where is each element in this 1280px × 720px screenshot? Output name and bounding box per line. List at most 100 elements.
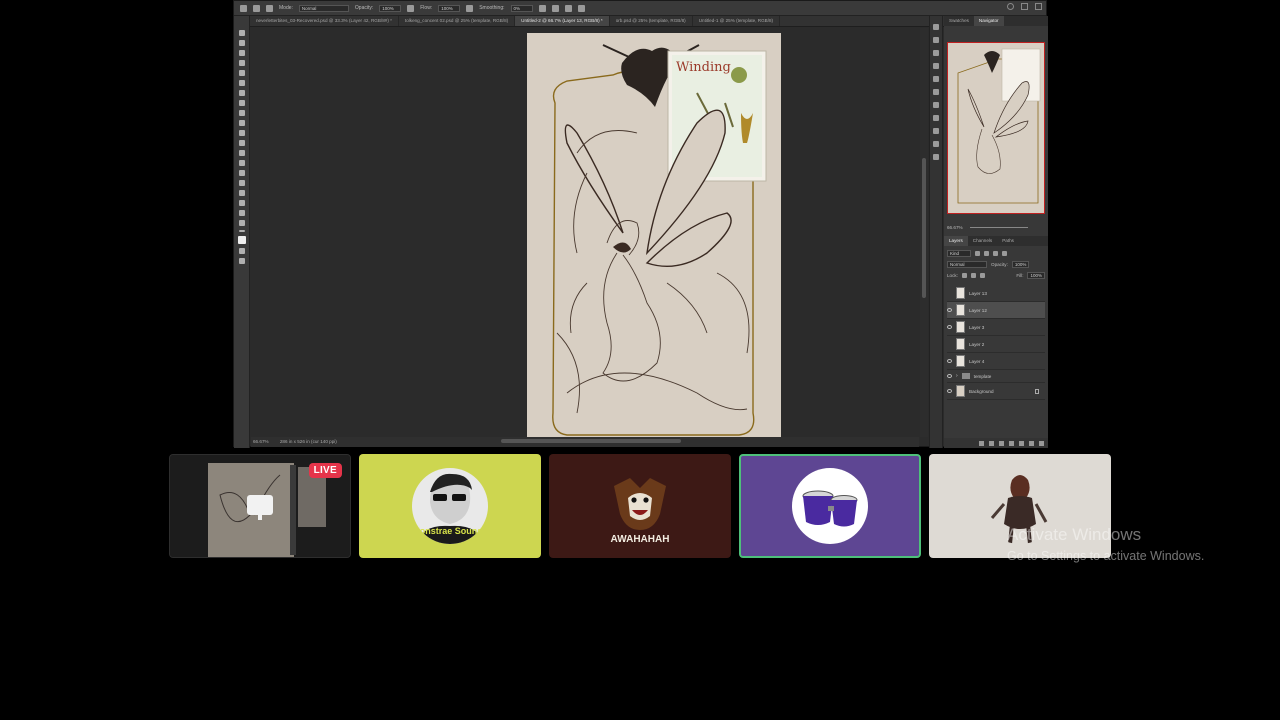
settings-gear-icon[interactable] [538,4,546,12]
new-layer-icon[interactable] [1029,440,1034,446]
healing-brush-tool-icon[interactable] [238,90,245,96]
filter-pixel-icon[interactable] [975,251,980,256]
pressure-opacity-icon[interactable] [407,4,415,12]
dodge-tool-icon[interactable] [238,160,245,166]
fill-field[interactable]: 100% [1027,272,1045,279]
zoom-tool-icon[interactable] [238,220,245,226]
brush-tool-icon[interactable] [238,100,245,106]
home-icon[interactable] [240,4,247,12]
symmetry-icon[interactable] [577,4,585,12]
opacity-field[interactable]: 100% [379,4,402,12]
visibility-icon[interactable] [947,325,952,329]
doc-tab[interactable]: orb.psd @ 25% (template, RGB/8) [610,16,693,26]
layer-row-background[interactable]: Background [947,383,1045,400]
fx-icon[interactable] [989,440,994,446]
libraries-icon[interactable] [933,154,939,160]
brushes-icon[interactable] [933,89,939,95]
zoom-level[interactable]: 66.67% [253,439,269,444]
doc-tab[interactable]: neverletterbites_03-Recovered.psd @ 33.3… [250,16,399,26]
hand-tool-icon[interactable] [238,210,245,216]
path-selection-tool-icon[interactable] [238,190,245,196]
adjustments-icon[interactable] [933,141,939,147]
tab-paths[interactable]: Paths [997,236,1019,246]
layer-group-row[interactable]: › template [947,370,1045,383]
navigator-thumbnail[interactable] [947,42,1045,214]
layer-row[interactable]: Layer 3 [947,319,1045,336]
angle-icon[interactable] [551,4,559,12]
layer-row[interactable]: Layer 2 [947,336,1045,353]
tab-channels[interactable]: Channels [968,236,997,246]
kind-filter[interactable]: Kind [947,250,971,257]
actions-icon[interactable] [933,37,939,43]
artboard-tool-icon[interactable] [238,40,245,46]
paragraph-icon[interactable] [933,115,939,121]
layer-row-selected[interactable]: Layer 12 [947,302,1045,319]
tab-navigator[interactable]: Navigator [973,16,1004,26]
brush-preset-icon[interactable] [266,4,273,12]
canvas-area[interactable]: Winding [251,28,919,437]
type-tool-icon[interactable] [238,180,245,186]
visibility-icon[interactable] [947,359,952,363]
layer-row[interactable]: Layer 13 [947,285,1045,302]
participant-tile[interactable]: AWAHAHAH [549,454,731,558]
magic-wand-tool-icon[interactable] [238,60,245,66]
history-icon[interactable] [933,24,939,30]
lasso-tool-icon[interactable] [238,50,245,56]
move-tool-icon[interactable] [238,30,245,36]
horizontal-scrollbar[interactable] [501,439,681,443]
properties-icon[interactable] [933,50,939,56]
brush-tool-icon[interactable] [253,4,260,12]
share-icon[interactable] [1035,3,1042,10]
airbrush-icon[interactable] [466,4,474,12]
navigator-zoom[interactable]: 66.67% [947,225,1045,233]
blend-mode-select[interactable]: Normal [947,261,987,268]
smoothing-field[interactable]: 0% [510,4,533,12]
vertical-scroll-thumb[interactable] [922,158,926,298]
blur-tool-icon[interactable] [238,150,245,156]
more-tools-icon[interactable] [238,230,245,232]
lock-transparency-icon[interactable] [961,273,967,278]
brush-settings-icon[interactable] [933,76,939,82]
search-icon[interactable] [1007,3,1014,10]
visibility-icon[interactable] [947,374,952,378]
visibility-icon[interactable] [947,389,952,393]
foreground-color-swatch[interactable] [237,236,246,244]
participant-tile[interactable]: Monstrae Sounds [359,454,541,558]
tab-swatches[interactable]: Swatches [944,16,974,26]
stamp-tool-icon[interactable] [238,110,245,116]
history-brush-tool-icon[interactable] [238,120,245,126]
lock-pixels-icon[interactable] [970,273,976,278]
participant-tile-speaking[interactable] [739,454,921,558]
quick-mask-icon[interactable] [238,248,245,254]
doc-tab-active[interactable]: Untitled-2 @ 66.7% (Layer 13, RGB/8) * [515,16,610,26]
info-icon[interactable] [933,63,939,69]
mode-select[interactable]: Normal [298,4,349,12]
visibility-icon[interactable] [947,291,952,295]
lock-all-icon[interactable] [979,273,985,278]
new-group-icon[interactable] [1019,440,1024,446]
character-icon[interactable] [933,102,939,108]
visibility-icon[interactable] [947,308,952,312]
workspace-icon[interactable] [1021,3,1028,10]
visibility-icon[interactable] [947,342,952,346]
rectangle-tool-icon[interactable] [238,200,245,206]
screen-share-tile[interactable]: LIVE [169,454,351,558]
tab-layers[interactable]: Layers [944,236,968,246]
doc-tab[interactable]: tolkeng_concent 02.psd @ 25% (template, … [399,16,516,26]
zoom-slider[interactable] [969,227,1028,229]
trash-icon[interactable] [1039,440,1044,446]
filter-type-icon[interactable] [993,251,998,256]
layer-row[interactable]: Layer 4 [947,353,1045,370]
pen-tool-icon[interactable] [238,170,245,176]
eraser-tool-icon[interactable] [238,130,245,136]
gradient-tool-icon[interactable] [238,140,245,146]
link-layers-icon[interactable] [979,440,984,446]
chevron-right-icon[interactable]: › [956,373,958,379]
adjustment-layer-icon[interactable] [1009,440,1014,446]
document-canvas[interactable]: Winding [527,33,781,437]
filter-adjust-icon[interactable] [984,251,989,256]
doc-tab[interactable]: Untitled-1 @ 25% (template, RGB/8) [693,16,781,26]
crop-tool-icon[interactable] [238,70,245,76]
vertical-scrollbar[interactable] [920,28,928,437]
layer-opacity-field[interactable]: 100% [1011,261,1030,268]
